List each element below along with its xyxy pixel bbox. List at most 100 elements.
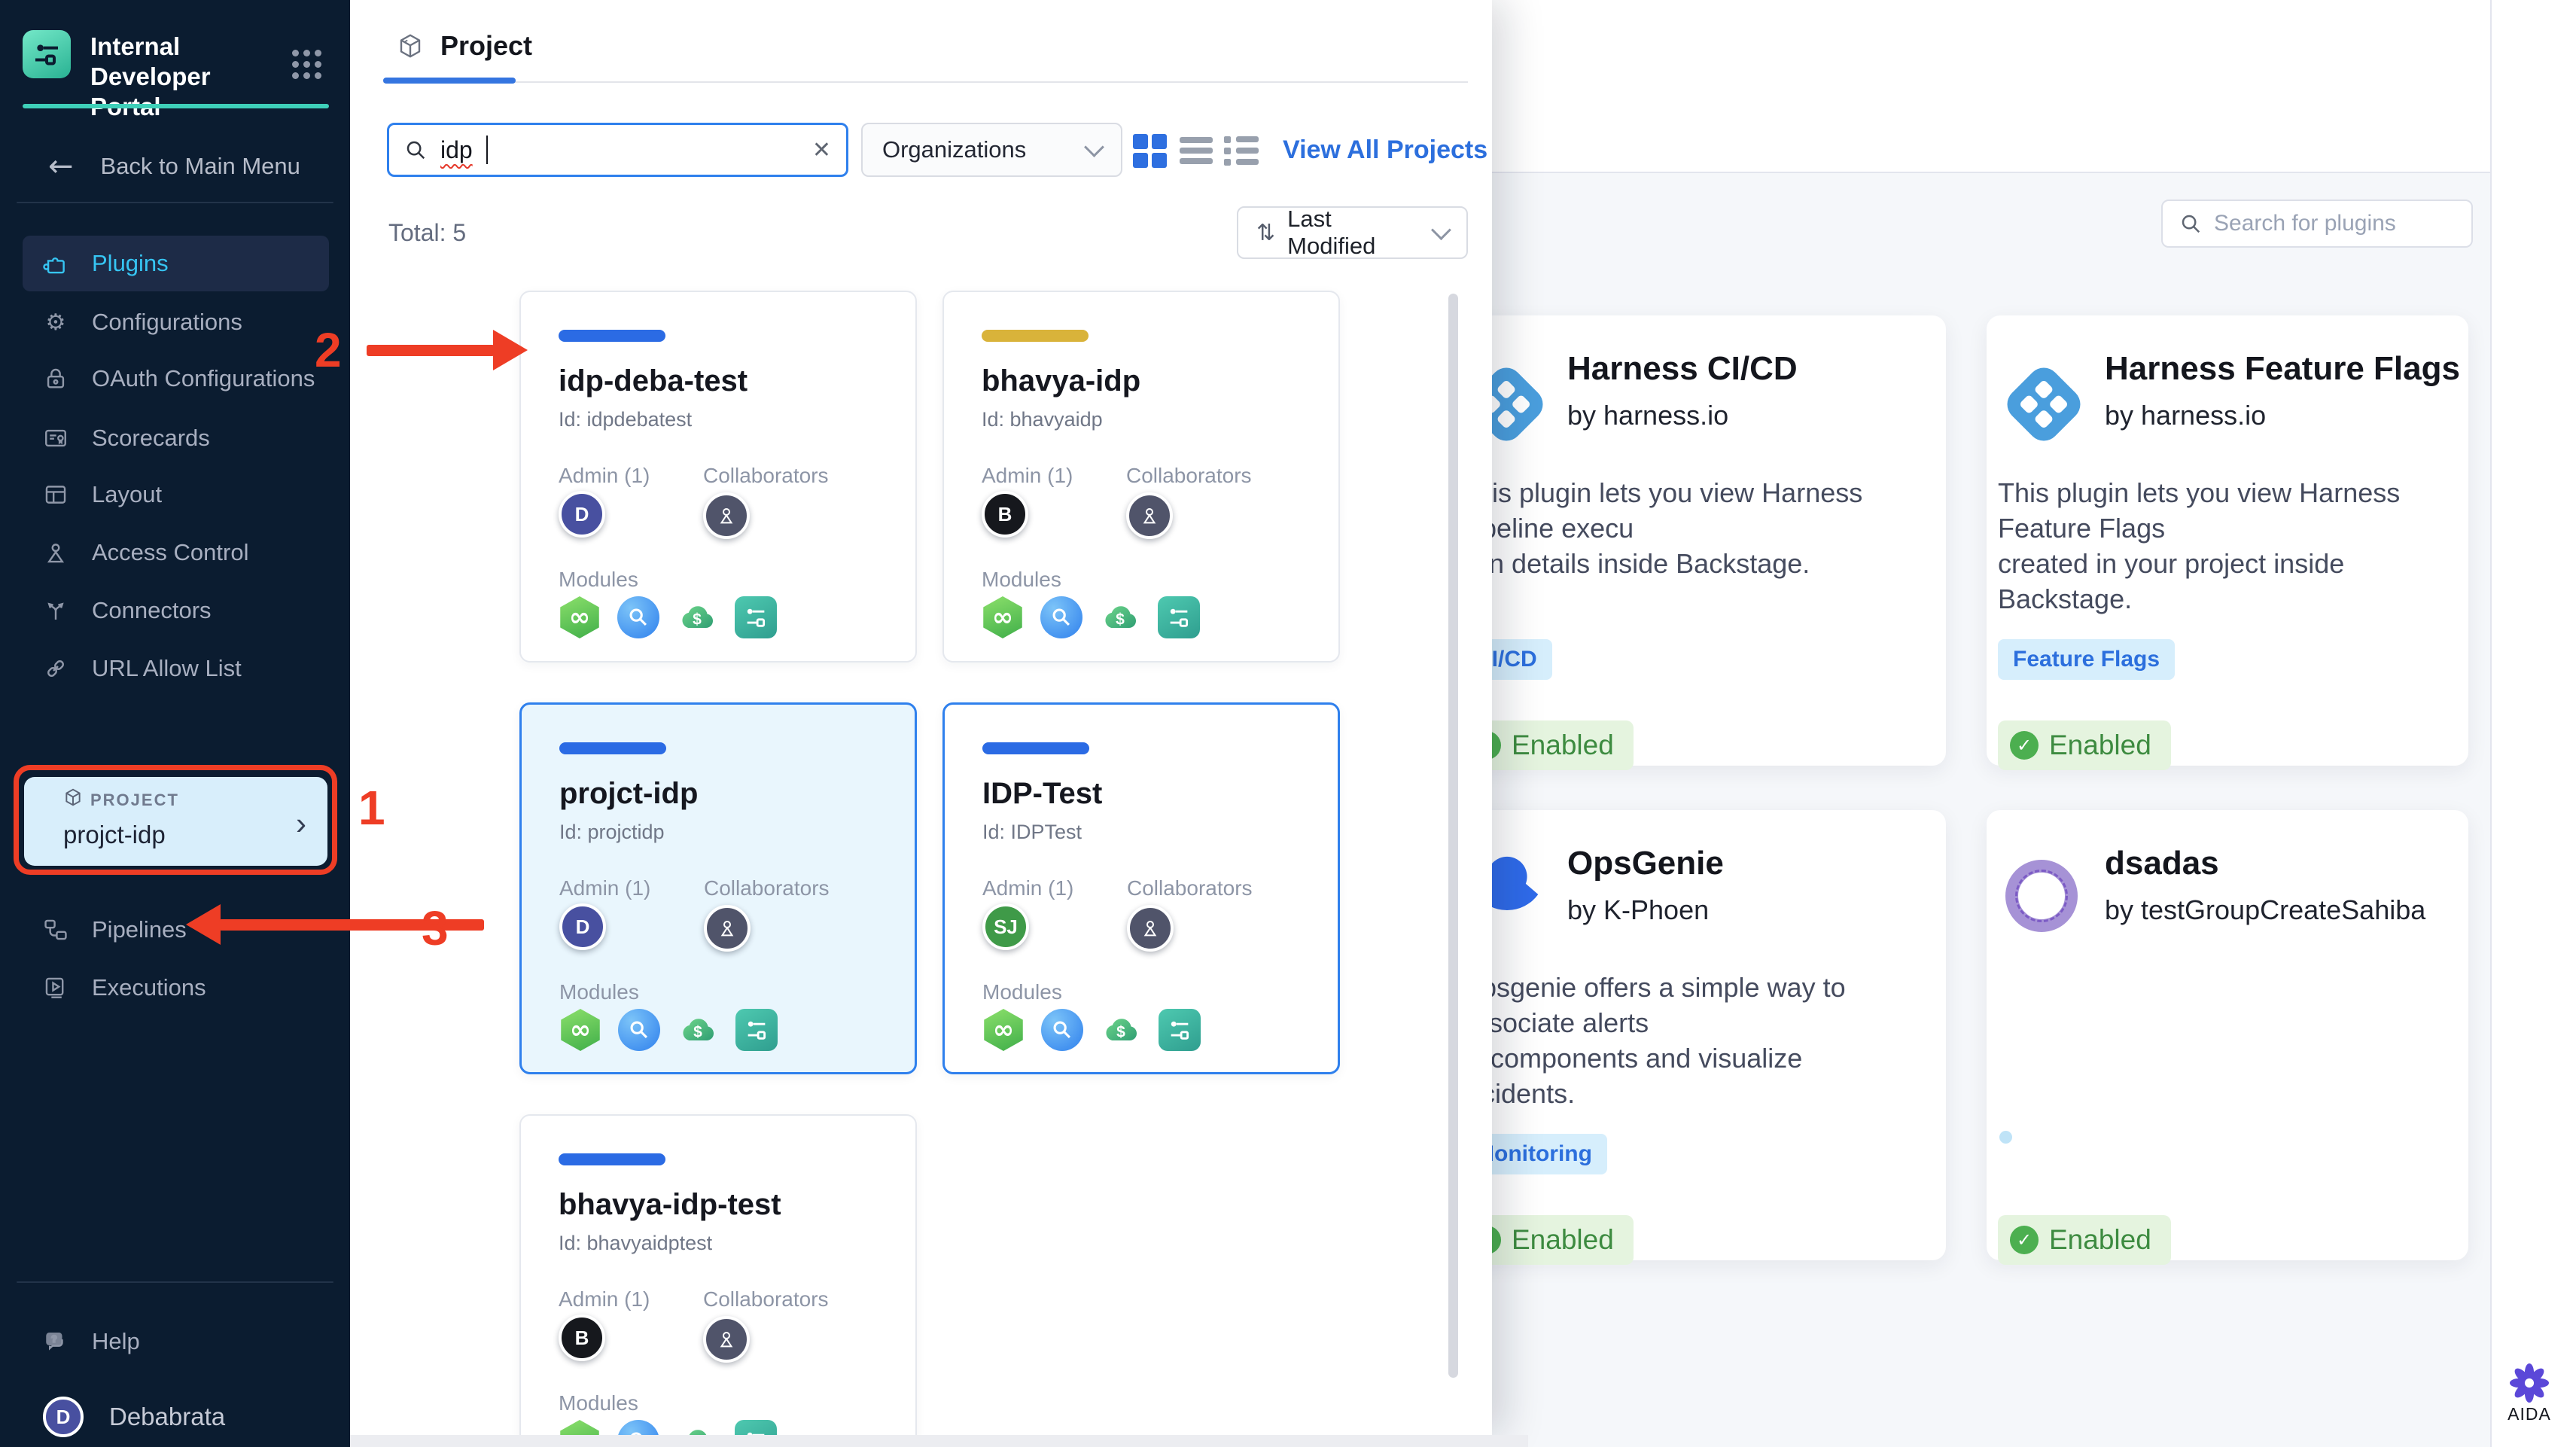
plugin-card-feature-flags[interactable]: Harness Feature Flags by harness.io This… xyxy=(1987,315,2468,770)
card-color-bar xyxy=(559,1153,665,1165)
plugin-card-opsgenie[interactable]: OpsGenie by K-Phoen Opsgenie offers a si… xyxy=(1449,810,1946,1265)
plugin-card-dsadas[interactable]: dsadas by testGroupCreateSahiba ✓ Enable… xyxy=(1987,810,2468,1265)
modules-label: Modules xyxy=(559,980,639,1004)
sto-module-icon xyxy=(618,1009,660,1051)
card-color-bar xyxy=(559,742,666,754)
ccm-module-icon: $ xyxy=(677,1009,719,1051)
plugin-title: Harness CI/CD xyxy=(1567,350,1798,387)
plugin-card-harness-cicd[interactable]: Harness CI/CD by harness.io This plugin … xyxy=(1449,315,1946,770)
sidebar-item-executions[interactable]: Executions xyxy=(23,960,329,1016)
overlay-scrollbar[interactable] xyxy=(1448,294,1458,1378)
collaborator-avatar[interactable] xyxy=(1127,905,1174,952)
task-list-icon xyxy=(1224,132,1259,170)
idp-module-icon xyxy=(735,1009,778,1051)
collaborator-avatar[interactable] xyxy=(1126,492,1173,539)
modules-label: Modules xyxy=(982,568,1061,591)
admin-label: Admin (1) xyxy=(559,1287,650,1311)
aida-flower-icon xyxy=(2510,1363,2549,1403)
project-card-bhavya-idp-test[interactable]: bhavya-idp-test Id: bhavyaidptest Admin … xyxy=(519,1114,917,1447)
idp-module-icon xyxy=(735,596,777,638)
annotation-number-3: 3 xyxy=(422,901,449,955)
modules-label: Modules xyxy=(982,980,1062,1004)
collaborator-avatar[interactable] xyxy=(703,492,750,539)
compact-list-view-toggle[interactable] xyxy=(1223,133,1259,169)
cd-module-icon: ∞ xyxy=(984,1009,1023,1051)
admin-avatar[interactable]: B xyxy=(982,491,1028,538)
modules-label: Modules xyxy=(559,568,638,591)
admin-label: Admin (1) xyxy=(559,464,650,487)
collaborators-label: Collaborators xyxy=(703,1287,829,1311)
annotation-number-2: 2 xyxy=(315,323,342,377)
app-root: Search for plugins Harness CI/CD by harn… xyxy=(0,0,2576,1447)
view-all-projects-link[interactable]: View All Projects xyxy=(1283,136,1487,165)
collaborator-avatar[interactable] xyxy=(704,905,751,952)
project-id: Id: idpdebatest xyxy=(559,408,693,431)
aida-widget[interactable]: AIDA xyxy=(2499,1363,2559,1424)
admin-avatar[interactable]: B xyxy=(559,1314,605,1361)
tab-label: Project xyxy=(440,30,533,61)
modules-row: ∞ $ xyxy=(559,596,777,638)
divider xyxy=(17,202,333,203)
total-count: Total: 5 xyxy=(388,219,467,246)
idp-logo-icon xyxy=(23,30,71,78)
grid-view-toggle[interactable] xyxy=(1131,133,1168,169)
list-view-icon xyxy=(1180,133,1213,169)
project-search-input[interactable]: idp ✕ xyxy=(387,123,848,177)
project-name: bhavya-idp xyxy=(982,364,1141,398)
project-card-idp-test[interactable]: IDP-Test Id: IDPTest Admin (1) Collabora… xyxy=(942,702,1340,1074)
sidebar-item-url-allow-list[interactable]: URL Allow List xyxy=(23,641,329,696)
tab-project[interactable]: Project xyxy=(397,30,532,62)
text-caret xyxy=(486,136,488,164)
cd-module-icon: ∞ xyxy=(561,1009,600,1051)
project-card-bhavya-idp[interactable]: bhavya-idp Id: bhavyaidp Admin (1) Colla… xyxy=(942,291,1340,663)
sidebar-item-configurations[interactable]: ⚙ Configurations xyxy=(23,294,329,350)
plugins-icon xyxy=(42,251,69,276)
sidebar-item-connectors[interactable]: Connectors xyxy=(23,583,329,638)
app-switcher-icon[interactable] xyxy=(292,50,321,79)
sidebar-item-oauth-configurations[interactable]: OAuth Configurations xyxy=(23,351,329,407)
svg-text:$: $ xyxy=(1116,611,1125,628)
sidebar-item-scorecards[interactable]: Scorecards xyxy=(23,410,329,466)
layout-icon xyxy=(42,482,69,507)
sto-module-icon xyxy=(1041,1009,1083,1051)
plugin-title: Harness Feature Flags xyxy=(2105,350,2460,387)
project-card-idp-deba-test[interactable]: idp-deba-test Id: idpdebatest Admin (1) … xyxy=(519,291,917,663)
user-menu[interactable]: D Debabrata xyxy=(43,1397,225,1437)
scorecard-icon xyxy=(42,425,69,451)
card-color-bar xyxy=(982,330,1089,342)
organizations-dropdown[interactable]: Organizations xyxy=(861,123,1122,177)
check-icon: ✓ xyxy=(2010,1226,2039,1254)
svg-text:?: ? xyxy=(51,1334,56,1345)
admin-avatar[interactable]: D xyxy=(559,903,606,950)
executions-icon xyxy=(42,975,69,1001)
back-to-main-menu[interactable]: ← Back to Main Menu xyxy=(48,149,300,184)
cube-icon xyxy=(400,34,421,58)
clear-search-icon[interactable]: ✕ xyxy=(812,137,831,163)
admin-avatar[interactable]: D xyxy=(559,491,605,538)
search-icon xyxy=(406,141,425,160)
sidebar-item-plugins[interactable]: Plugins xyxy=(23,236,329,291)
plugin-title: OpsGenie xyxy=(1567,845,1724,882)
sort-dropdown[interactable]: ⇅ Last Modified xyxy=(1237,206,1468,259)
sidebar-item-layout[interactable]: Layout xyxy=(23,467,329,522)
list-view-toggle[interactable] xyxy=(1178,133,1214,169)
project-card-projct-idp[interactable]: projct-idp Id: projctidp Admin (1) Colla… xyxy=(519,702,917,1074)
sidebar-item-help[interactable]: ? Help xyxy=(23,1314,329,1369)
grid-view-icon xyxy=(1132,133,1167,168)
card-color-bar xyxy=(559,330,665,342)
admin-label: Admin (1) xyxy=(982,464,1073,487)
sidebar-item-access-control[interactable]: Access Control xyxy=(23,525,329,580)
collaborator-avatar[interactable] xyxy=(703,1316,750,1363)
accent-rule xyxy=(23,104,329,108)
plugin-search-input[interactable]: Search for plugins xyxy=(2161,200,2473,248)
aida-label: AIDA xyxy=(2507,1404,2551,1424)
plugin-description: This plugin lets you view Harness Featur… xyxy=(1998,477,2401,614)
help-chat-icon: ? xyxy=(42,1329,69,1354)
project-name: bhavya-idp-test xyxy=(559,1188,781,1221)
dsadas-logo-icon xyxy=(2005,860,2078,932)
cd-module-icon: ∞ xyxy=(560,596,599,638)
admin-avatar[interactable]: SJ xyxy=(982,903,1029,950)
annotation-arrow-2 xyxy=(367,345,495,356)
project-id: Id: bhavyaidptest xyxy=(559,1232,713,1254)
person-icon xyxy=(42,540,69,565)
